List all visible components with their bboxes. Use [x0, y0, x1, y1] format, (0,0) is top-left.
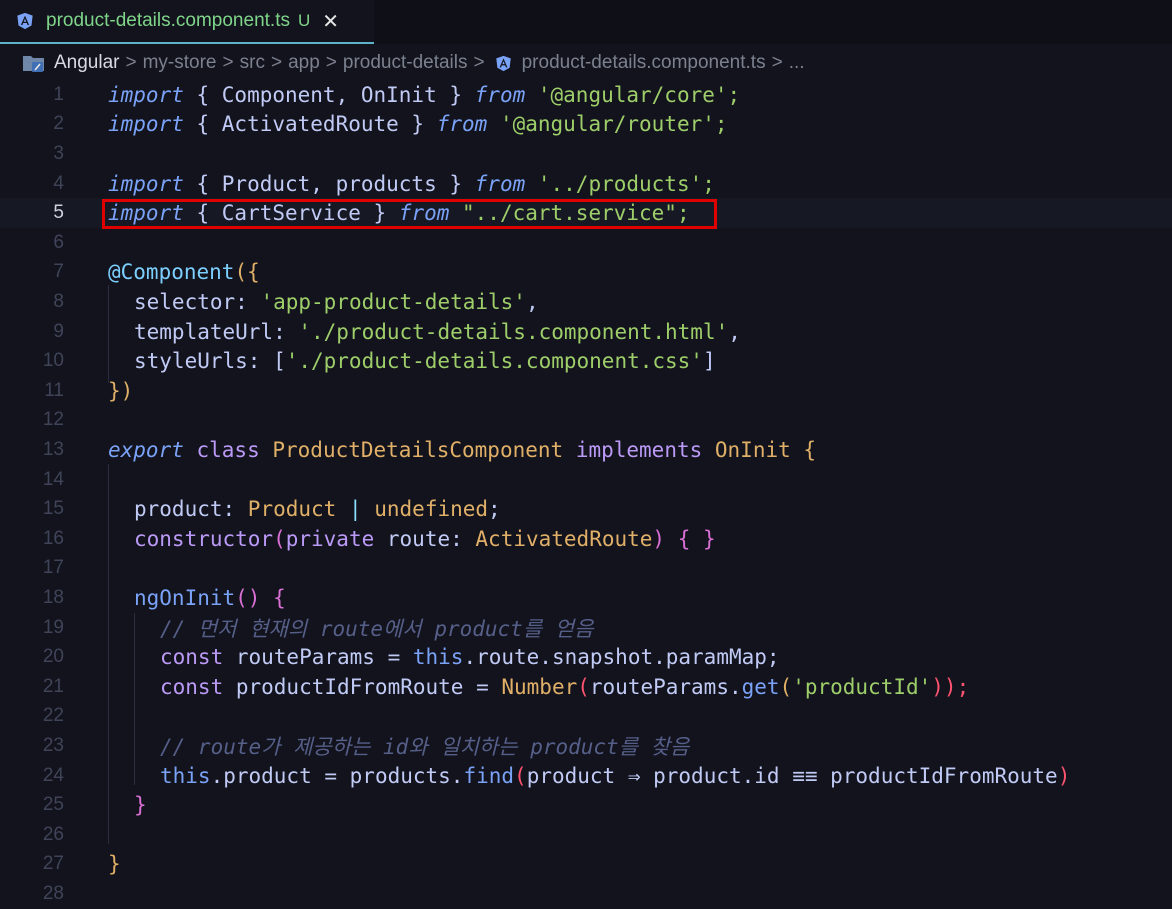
code-text: import { Product, products } from '../pr…	[108, 171, 715, 196]
code-text: ngOnInit() {	[134, 585, 286, 610]
editor-tab-bar: product-details.component.ts U ✕	[0, 0, 1172, 44]
line-number: 15	[42, 498, 64, 520]
tab-untracked-status: U	[297, 11, 311, 30]
line-number: 22	[42, 705, 64, 727]
code-line[interactable]: 15 product: Product | undefined;	[0, 494, 1172, 524]
line-number: 4	[53, 172, 64, 194]
code-line[interactable]: 24 this.product = products.find(product …	[0, 761, 1172, 791]
line-number: 5	[53, 202, 64, 224]
code-text: @Component({	[108, 260, 260, 285]
code-line[interactable]: 18 ngOnInit() {	[0, 583, 1172, 613]
code-text: import { Component, OnInit } from '@angu…	[108, 82, 741, 107]
angular-icon	[495, 55, 511, 71]
code-line[interactable]: 3	[0, 139, 1172, 169]
breadcrumb-item-file[interactable]: product-details.component.ts	[522, 52, 766, 74]
breadcrumb-separator: >	[325, 52, 337, 73]
code-line[interactable]: 16 constructor(private route: ActivatedR…	[0, 524, 1172, 554]
line-number: 18	[42, 586, 64, 608]
line-number: 25	[42, 794, 64, 816]
line-number: 10	[42, 350, 64, 372]
code-text: product: Product | undefined;	[134, 497, 501, 522]
code-line[interactable]: 2 import { ActivatedRoute } from '@angul…	[0, 110, 1172, 140]
line-number: 12	[42, 409, 64, 431]
code-line[interactable]: 1 import { Component, OnInit } from '@an…	[0, 80, 1172, 110]
line-number: 28	[42, 882, 64, 904]
tab-product-details-component[interactable]: product-details.component.ts U ✕	[0, 0, 374, 44]
code-line[interactable]: 21 const productIdFromRoute = Number(rou…	[0, 672, 1172, 702]
code-line[interactable]: 27 }	[0, 850, 1172, 880]
code-line[interactable]: 4 import { Product, products } from '../…	[0, 169, 1172, 199]
code-text: const routeParams = this.route.snapshot.…	[160, 645, 780, 670]
code-line[interactable]: 8 selector: 'app-product-details',	[0, 287, 1172, 317]
angular-icon	[17, 12, 33, 30]
code-line[interactable]: 22	[0, 702, 1172, 732]
code-text: import { CartService } from "../cart.ser…	[108, 201, 690, 226]
line-number: 7	[53, 261, 64, 283]
code-text: templateUrl: './product-details.componen…	[134, 319, 741, 344]
line-number: 13	[42, 438, 64, 460]
line-number: 6	[53, 231, 64, 253]
code-line[interactable]: 10 styleUrls: ['./product-details.compon…	[0, 346, 1172, 376]
code-comment: // 먼저 현재의 route에서 product를 얻음	[160, 616, 594, 641]
line-number: 21	[42, 675, 64, 697]
line-number: 11	[44, 379, 64, 401]
code-line[interactable]: 28	[0, 879, 1172, 909]
code-text: const productIdFromRoute = Number(routeP…	[160, 674, 970, 699]
code-text: }	[108, 852, 121, 877]
line-number: 24	[42, 764, 64, 786]
breadcrumb-item-src[interactable]: src	[240, 52, 265, 74]
code-line[interactable]: 19 // 먼저 현재의 route에서 product를 얻음	[0, 613, 1172, 643]
code-line[interactable]: 12	[0, 406, 1172, 436]
code-text: constructor(private route: ActivatedRout…	[134, 526, 716, 551]
breadcrumb-separator: >	[771, 52, 783, 73]
line-number: 9	[53, 320, 64, 342]
code-line[interactable]: 26	[0, 820, 1172, 850]
code-text: })	[108, 378, 134, 403]
code-line[interactable]: 13 export class ProductDetailsComponent …	[0, 435, 1172, 465]
folder-icon	[23, 56, 44, 72]
code-line[interactable]: 9 templateUrl: './product-details.compon…	[0, 317, 1172, 347]
code-line[interactable]: 7 @Component({	[0, 258, 1172, 288]
line-number: 26	[42, 823, 64, 845]
line-number: 16	[42, 527, 64, 549]
breadcrumb-separator: >	[125, 52, 137, 73]
code-text: import { ActivatedRoute } from '@angular…	[108, 112, 728, 137]
tab-filename: product-details.component.ts	[46, 10, 290, 31]
line-number: 27	[42, 853, 64, 875]
line-number: 2	[53, 113, 64, 135]
breadcrumb-item-product-details[interactable]: product-details	[343, 52, 468, 74]
code-line[interactable]: 23 // route가 제공하는 id와 일치하는 product를 찾음	[0, 731, 1172, 761]
breadcrumb-item-app[interactable]: app	[288, 52, 320, 74]
code-text: styleUrls: ['./product-details.component…	[134, 349, 716, 374]
code-line[interactable]: 6	[0, 228, 1172, 258]
breadcrumb-separator: >	[222, 52, 234, 73]
line-number: 14	[42, 468, 64, 490]
line-number: 1	[53, 83, 64, 105]
code-comment: // route가 제공하는 id와 일치하는 product를 찾음	[160, 734, 690, 759]
breadcrumb-item-angular[interactable]: Angular	[54, 52, 120, 74]
code-line[interactable]: 25 }	[0, 790, 1172, 820]
close-icon[interactable]: ✕	[322, 9, 339, 34]
code-text: }	[134, 793, 147, 818]
breadcrumb-separator: >	[473, 52, 485, 73]
code-line[interactable]: 20 const routeParams = this.route.snapsh…	[0, 642, 1172, 672]
code-line[interactable]: 14	[0, 465, 1172, 495]
breadcrumb-item-more[interactable]: ...	[789, 52, 805, 74]
code-text: selector: 'app-product-details',	[134, 289, 539, 314]
code-line[interactable]: 17	[0, 554, 1172, 584]
code-text: this.product = products.find(product ⇒ p…	[160, 763, 1071, 788]
line-number: 3	[53, 142, 64, 164]
line-number: 23	[42, 734, 64, 756]
breadcrumb-separator: >	[270, 52, 283, 73]
line-number: 20	[42, 646, 64, 668]
code-text: export class ProductDetailsComponent imp…	[108, 437, 817, 462]
line-number: 17	[42, 557, 64, 579]
line-number: 8	[53, 290, 64, 312]
code-line[interactable]: 11 })	[0, 376, 1172, 406]
code-line-active[interactable]: 5 import { CartService } from "../cart.s…	[0, 198, 1172, 228]
breadcrumb: Angular > my-store > src > app > product…	[0, 48, 1172, 78]
code-editor[interactable]: 1 import { Component, OnInit } from '@an…	[0, 80, 1172, 904]
breadcrumb-item-my-store[interactable]: my-store	[143, 52, 217, 74]
line-number: 19	[42, 616, 64, 638]
